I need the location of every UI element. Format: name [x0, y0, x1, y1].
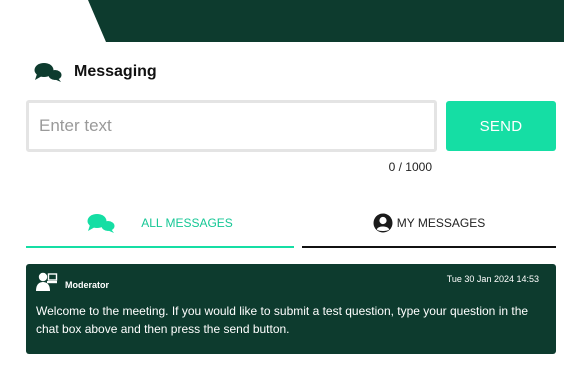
character-counter: 0 / 1000 [388, 160, 432, 174]
page-title: Messaging [74, 63, 157, 80]
tab-my-messages-label: MY MESSAGES [396, 216, 486, 230]
presenter-icon [36, 272, 58, 292]
tab-all-messages-label: ALL MESSAGES [141, 216, 233, 230]
message-author: Moderator [36, 272, 109, 292]
message-card: Moderator Tue 30 Jan 2024 14:53 Welcome … [26, 264, 556, 354]
user-circle-icon [373, 213, 393, 233]
message-author-name: Moderator [65, 280, 110, 290]
tab-all-messages[interactable]: ALL MESSAGES [26, 200, 294, 248]
send-button[interactable]: SEND [446, 101, 556, 151]
message-input[interactable] [29, 103, 434, 149]
top-banner [88, 0, 564, 42]
message-input-container [26, 100, 437, 152]
chat-bubbles-icon [34, 62, 62, 82]
message-timestamp: Tue 30 Jan 2024 14:53 [446, 274, 539, 284]
tab-my-messages[interactable]: MY MESSAGES [302, 200, 556, 248]
message-text: Welcome to the meeting. If you would lik… [36, 304, 529, 336]
chat-bubbles-icon [87, 213, 115, 233]
messaging-panel: Messaging SEND 0 / 1000 ALL MESSAGES MY … [0, 0, 572, 386]
panel-header: Messaging [34, 60, 157, 84]
